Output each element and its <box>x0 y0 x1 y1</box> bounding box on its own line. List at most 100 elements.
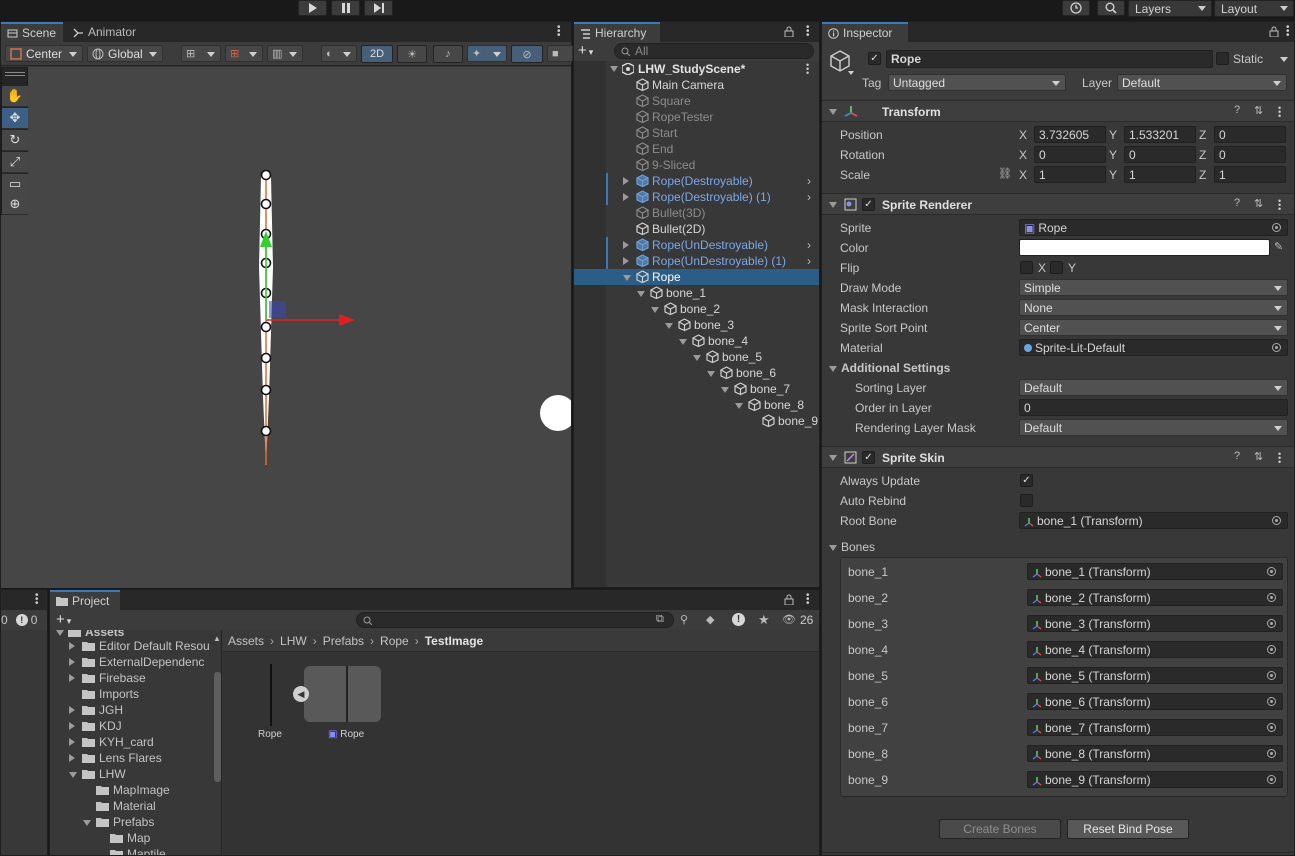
expand-icon[interactable] <box>735 403 743 409</box>
inspector-menu-icon[interactable]: • • • <box>1286 23 1290 41</box>
scale-x-axis-label[interactable]: X <box>1019 168 1027 182</box>
move-gizmo[interactable] <box>260 231 355 326</box>
expand-icon[interactable] <box>69 722 75 730</box>
expand-icon[interactable] <box>69 658 75 666</box>
rotation-y-field[interactable]: 0 <box>1124 146 1196 163</box>
asset-label[interactable]: Rope <box>258 729 282 740</box>
component-menu-icon[interactable]: • • • <box>1278 197 1281 214</box>
hierarchy-item[interactable]: bone_5 <box>574 349 819 365</box>
object-picker-icon[interactable] <box>1272 516 1281 525</box>
xy-plane-handle[interactable] <box>269 301 286 318</box>
expand-icon[interactable] <box>721 387 729 393</box>
space-dropdown[interactable]: Global <box>87 45 163 62</box>
component-menu-icon[interactable]: • • • <box>1278 450 1281 467</box>
lighting-toggle[interactable]: ☀ <box>397 45 427 63</box>
tree-item[interactable]: Maptile <box>50 846 221 855</box>
scene-viewport[interactable]: ✋ ✥ ↻ ⤢ ▭ ⊕ <box>1 67 571 588</box>
expand-icon[interactable] <box>623 257 629 265</box>
project-menu-icon[interactable]: • • • <box>806 591 810 609</box>
open-prefab-chevron-icon[interactable]: › <box>807 254 811 268</box>
filter-label-icon[interactable]: ◆ <box>706 613 714 626</box>
bone-joint[interactable] <box>260 198 272 210</box>
console-menu-icon[interactable]: • • • <box>35 591 39 609</box>
always-update-checkbox[interactable]: ✓ <box>1020 474 1033 487</box>
order-in-layer-field[interactable]: 0 <box>1019 399 1288 416</box>
lock-icon[interactable] <box>1269 26 1279 37</box>
bone-joint[interactable] <box>260 321 272 333</box>
color-swatch[interactable] <box>1019 239 1270 256</box>
bullet-sprite[interactable] <box>540 395 571 431</box>
hierarchy-menu-icon[interactable]: • • • <box>806 23 810 41</box>
expand-icon[interactable] <box>623 177 629 185</box>
lock-icon[interactable] <box>784 26 794 37</box>
position-y-axis-label[interactable]: Y <box>1109 128 1117 142</box>
project-search-input[interactable] <box>356 612 674 628</box>
scene-menu-icon[interactable]: • • • <box>806 61 809 78</box>
object-picker-icon[interactable] <box>1272 343 1281 352</box>
filter-type-icon[interactable]: ⚲ <box>680 613 688 626</box>
create-bones-button[interactable]: Create Bones <box>939 819 1061 839</box>
hierarchy-item[interactable]: End <box>574 141 819 157</box>
hierarchy-item[interactable]: bone_9 <box>574 413 819 429</box>
eyedropper-icon[interactable]: ✎ <box>1274 240 1283 253</box>
bone-reference-field[interactable]: bone_2 (Transform) <box>1027 589 1283 606</box>
position-z-field[interactable]: 0 <box>1214 126 1286 143</box>
static-dropdown[interactable] <box>1277 51 1293 68</box>
component-menu-icon[interactable]: • • • <box>1278 104 1281 121</box>
hierarchy-item[interactable]: Rope(UnDestroyable) › <box>574 237 819 253</box>
expand-icon[interactable] <box>69 642 75 650</box>
expand-icon[interactable] <box>610 66 618 72</box>
open-prefab-chevron-icon[interactable]: › <box>807 238 811 252</box>
constrain-proportions-icon[interactable]: ⛓ <box>998 167 1012 180</box>
x-axis-arrow[interactable] <box>339 314 355 326</box>
tab-animator[interactable]: Animator <box>67 22 147 42</box>
hierarchy-item[interactable]: Rope(Destroyable) (1) › <box>574 189 819 205</box>
visibility-toggle[interactable]: ⊘ <box>511 45 543 63</box>
play-button[interactable] <box>298 0 327 16</box>
bone-reference-field[interactable]: bone_1 (Transform) <box>1027 563 1283 580</box>
bones-expand-icon[interactable] <box>829 545 837 551</box>
hierarchy-item[interactable]: Rope <box>574 269 819 285</box>
position-x-field[interactable]: 3.732605 <box>1034 126 1106 143</box>
expand-icon[interactable] <box>623 241 629 249</box>
breadcrumb-item[interactable]: Prefabs <box>323 634 364 648</box>
favorite-star-icon[interactable]: ★ <box>758 612 770 628</box>
mode-2d-toggle[interactable]: 2D <box>361 45 393 63</box>
help-icon[interactable]: ? <box>1234 197 1240 209</box>
hierarchy-item[interactable]: Rope(UnDestroyable) (1) › <box>574 253 819 269</box>
expand-icon[interactable] <box>829 455 837 461</box>
hierarchy-item[interactable]: Bullet(2D) <box>574 221 819 237</box>
hierarchy-item[interactable]: 9-Sliced <box>574 157 819 173</box>
scale-x-field[interactable]: 1 <box>1034 166 1106 183</box>
object-picker-icon[interactable] <box>1267 723 1276 732</box>
bones-label[interactable]: Bones <box>841 540 875 554</box>
auto-rebind-checkbox[interactable] <box>1020 494 1033 507</box>
mask-interaction-dropdown[interactable]: None <box>1019 299 1288 316</box>
sprite-renderer-enabled-checkbox[interactable]: ✓ <box>862 198 875 211</box>
sorting-layer-dropdown[interactable]: Default <box>1019 379 1288 396</box>
flip-x-checkbox[interactable] <box>1020 261 1033 274</box>
tab-scene[interactable]: Scene <box>1 22 63 42</box>
log-filter-icon[interactable]: ! <box>732 613 745 626</box>
expand-icon[interactable] <box>829 109 837 115</box>
create-asset-dropdown[interactable]: + ▾ <box>56 611 71 628</box>
tree-item[interactable]: KDJ <box>50 718 221 734</box>
snap-increment-dropdown[interactable]: ⊞ <box>225 45 263 62</box>
draw-mode-dropdown[interactable]: Simple <box>1019 279 1288 296</box>
bone-joint[interactable] <box>260 352 272 364</box>
bone-joint[interactable] <box>260 425 272 437</box>
expand-icon[interactable] <box>829 202 837 208</box>
bone-reference-field[interactable]: bone_7 (Transform) <box>1027 719 1283 736</box>
object-picker-icon[interactable] <box>1267 567 1276 576</box>
object-picker-icon[interactable] <box>1272 223 1281 232</box>
sort-point-dropdown[interactable]: Center <box>1019 319 1288 336</box>
object-picker-icon[interactable] <box>1267 775 1276 784</box>
tree-item[interactable]: JGH <box>50 702 221 718</box>
bone-reference-field[interactable]: bone_4 (Transform) <box>1027 641 1283 658</box>
sprite-skin-enabled-checkbox[interactable]: ✓ <box>862 451 875 464</box>
root-bone-field[interactable]: bone_1 (Transform) <box>1019 512 1288 529</box>
expand-icon[interactable] <box>623 275 631 281</box>
open-prefab-chevron-icon[interactable]: › <box>807 174 811 188</box>
object-picker-icon[interactable] <box>1267 645 1276 654</box>
tab-project[interactable]: Project <box>50 590 120 610</box>
